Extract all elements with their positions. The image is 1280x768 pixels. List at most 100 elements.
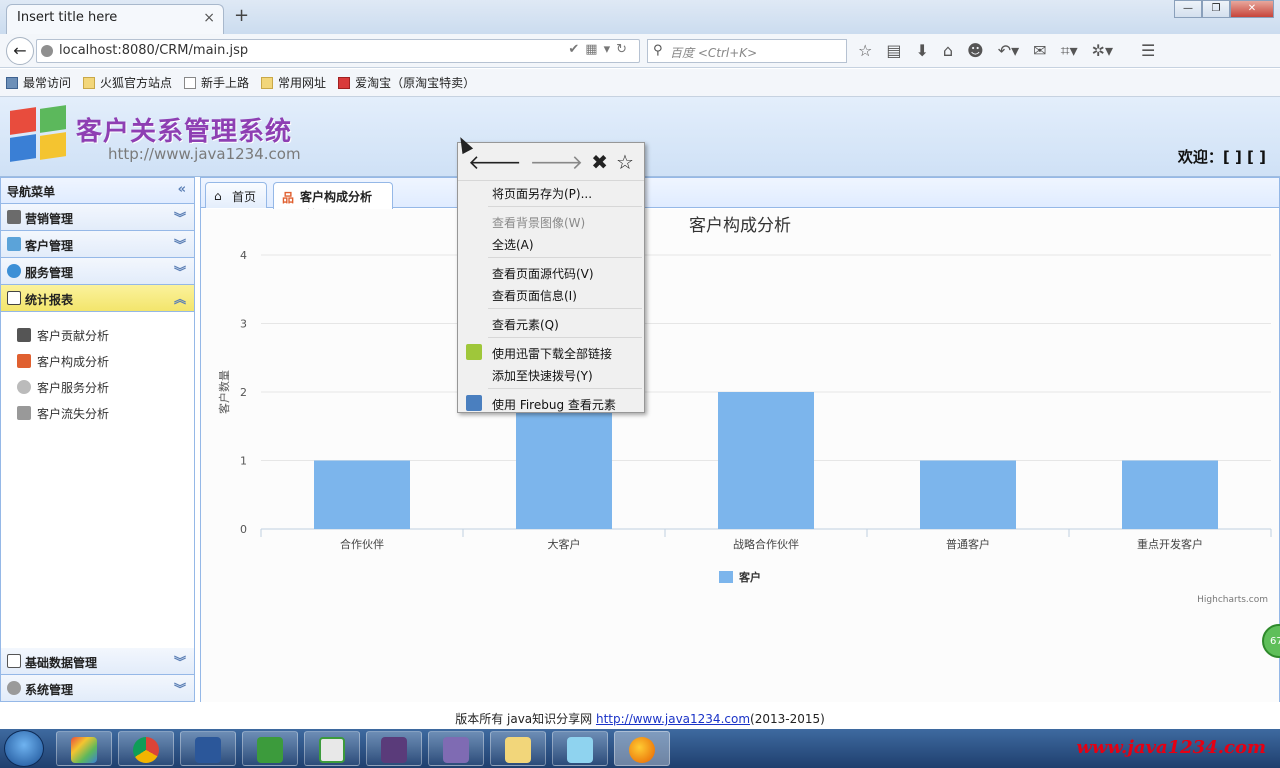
bar — [314, 460, 410, 529]
close-tab-icon[interactable]: × — [203, 10, 215, 26]
org-chart-icon — [17, 354, 31, 368]
menu-separator — [488, 388, 642, 389]
submenu-item-composition[interactable]: 客户构成分析 — [17, 348, 194, 374]
expand-icon: ︾ — [173, 238, 186, 252]
home-icon[interactable]: ⌂ — [943, 41, 953, 61]
new-tab-button[interactable]: + — [234, 5, 249, 26]
browser-navbar: ← localhost:8080/CRM/main.jsp ✔▦▾↻ ⚲ 百度 … — [0, 34, 1280, 68]
search-input[interactable]: ⚲ 百度 <Ctrl+K> — [647, 39, 847, 63]
submenu-item-contribution[interactable]: 客户贡献分析 — [17, 322, 194, 348]
bar-chart: 客户构成分析 0 1 2 3 4 客户数量合作伙伴 大客户 战略合作伙伴 普通客户 重点开发客户客户… — [217, 216, 1272, 605]
y-tick-label: 4 — [240, 249, 247, 262]
bar — [1122, 460, 1218, 529]
sidebar-item-marketing[interactable]: 营销管理 ︾ — [1, 204, 194, 231]
bookmark-item[interactable]: 新手上路 — [184, 74, 249, 91]
bookmark-folder-icon — [83, 76, 96, 89]
download-icon[interactable]: ⬇ — [915, 41, 928, 61]
menu-item-speed-dial[interactable]: 添加至快速拨号(Y) — [458, 363, 644, 385]
expand-icon: ︾ — [173, 682, 186, 696]
taskbar-app[interactable] — [304, 731, 360, 766]
context-nav-row: 🡐 🡒 ✖ ☆ — [458, 143, 644, 181]
bookmark-item[interactable]: 常用网址 — [261, 74, 326, 91]
menu-icon[interactable]: ☰ — [1141, 41, 1155, 61]
taskbar-app-firefox[interactable] — [614, 731, 670, 766]
support-icon — [17, 380, 31, 394]
close-window-icon[interactable]: ✕ — [1230, 0, 1274, 18]
taskbar-app[interactable] — [490, 731, 546, 766]
bookmark-item[interactable]: 爱淘宝（原淘宝特卖） — [338, 74, 475, 91]
y-tick-label: 1 — [240, 455, 247, 468]
camtasia-icon — [257, 737, 283, 763]
menu-item-firebug[interactable]: 使用 Firebug 查看元素 — [458, 392, 644, 414]
browser-tabstrip: Insert title here × + — ❐ ✕ — [0, 0, 1280, 34]
x-tick-label: 重点开发客户 — [1137, 537, 1203, 551]
marketing-icon — [7, 210, 21, 224]
undo-icon[interactable]: ↶▾ — [998, 41, 1019, 61]
y-tick-label: 2 — [240, 386, 247, 399]
bookmark-folder-icon — [6, 76, 18, 89]
chart-container: 客户构成分析 0 1 2 3 4 客户数量 合作伙伴 大客户 战略合作伙伴 普通客户 重点开发客户 客户… — [201, 209, 1279, 702]
taskbar-app[interactable] — [180, 731, 236, 766]
notepad-icon — [567, 737, 593, 763]
menu-item-inspect[interactable]: 查看元素(Q) — [458, 312, 644, 334]
menu-item-select-all[interactable]: 全选(A) — [458, 232, 644, 254]
stop-icon[interactable]: ✖ — [591, 150, 608, 174]
comment-icon[interactable]: ✉ — [1033, 41, 1046, 61]
taskbar-app[interactable] — [366, 731, 422, 766]
report-chart-icon — [7, 291, 21, 305]
firebug-icon[interactable]: ✲▾ — [1092, 41, 1113, 61]
forward-arrow-icon[interactable]: 🡒 — [530, 150, 584, 174]
sidebar-item-customers[interactable]: 客户管理 ︾ — [1, 231, 194, 258]
menu-item-page-info[interactable]: 查看页面信息(I) — [458, 283, 644, 305]
submenu-item-churn[interactable]: 客户流失分析 — [17, 400, 194, 426]
restore-icon[interactable]: ❐ — [1202, 0, 1230, 18]
taskbar-app[interactable] — [242, 731, 298, 766]
back-arrow-icon[interactable]: 🡐 — [468, 150, 522, 174]
menu-item-thunder-download[interactable]: 使用迅雷下载全部链接 — [458, 341, 644, 363]
menu-item-save-page[interactable]: 将页面另存为(P)... — [458, 181, 644, 203]
taskbar-app[interactable] — [118, 731, 174, 766]
x-tick-label: 合作伙伴 — [340, 537, 384, 551]
collapse-left-icon[interactable]: « — [178, 182, 186, 197]
menu-item-view-bg-image[interactable]: 查看背景图像(W) — [458, 210, 644, 232]
tab-customer-composition[interactable]: 品 客户构成分析× — [273, 182, 393, 219]
bookmark-star-icon[interactable]: ☆ — [616, 150, 634, 174]
address-bar[interactable]: localhost:8080/CRM/main.jsp ✔▦▾↻ — [36, 39, 640, 63]
app-icon — [443, 737, 469, 763]
sidebar-header[interactable]: 导航菜单 « — [1, 178, 194, 204]
sidebar-item-reports[interactable]: 统计报表 ︽ — [1, 285, 194, 312]
minimize-icon[interactable]: — — [1174, 0, 1202, 18]
taskbar-app[interactable] — [552, 731, 608, 766]
crop-icon[interactable]: ⌗▾ — [1061, 41, 1078, 61]
footer-link[interactable]: http://www.java1234.com — [596, 712, 750, 726]
collapse-icon: ︽ — [173, 292, 186, 306]
sidebar-item-system[interactable]: 系统管理 ︾ — [1, 675, 194, 702]
reload-icon[interactable]: ✔▦▾↻ — [568, 42, 633, 57]
y-tick-label: 0 — [240, 523, 247, 536]
tab-home[interactable]: ⌂ 首页 — [205, 182, 267, 208]
browser-tab[interactable]: Insert title here × — [6, 4, 224, 34]
taskbar-app[interactable] — [56, 731, 112, 766]
menu-item-view-source[interactable]: 查看页面源代码(V) — [458, 261, 644, 283]
expand-icon: ︾ — [173, 265, 186, 279]
database-icon — [7, 654, 21, 668]
menu-separator — [488, 308, 642, 309]
sidebar-item-base-data[interactable]: 基础数据管理 ︾ — [1, 648, 194, 675]
sidebar-item-service[interactable]: 服务管理 ︾ — [1, 258, 194, 285]
reading-list-icon[interactable]: ▤ — [886, 41, 901, 61]
bookmark-item[interactable]: 火狐官方站点 — [83, 74, 172, 91]
back-button[interactable]: ← — [6, 37, 34, 65]
welcome-text: 欢迎：[ ] [ ] — [1177, 148, 1266, 166]
legend-label: 客户 — [738, 570, 761, 584]
globe-icon — [41, 45, 53, 57]
taskbar-app[interactable] — [428, 731, 484, 766]
contribution-icon — [17, 328, 31, 342]
windows-taskbar: www.java1234.com — [0, 729, 1280, 768]
bookmark-item[interactable]: 最常访问 — [6, 74, 71, 91]
app-logo-icon — [10, 105, 68, 162]
submenu-item-service[interactable]: 客户服务分析 — [17, 374, 194, 400]
chat-icon[interactable]: ☻ — [967, 41, 984, 61]
start-button[interactable] — [4, 730, 44, 767]
bookmark-star-icon[interactable]: ☆ — [858, 41, 872, 61]
url-text: localhost:8080/CRM/main.jsp — [59, 43, 249, 58]
